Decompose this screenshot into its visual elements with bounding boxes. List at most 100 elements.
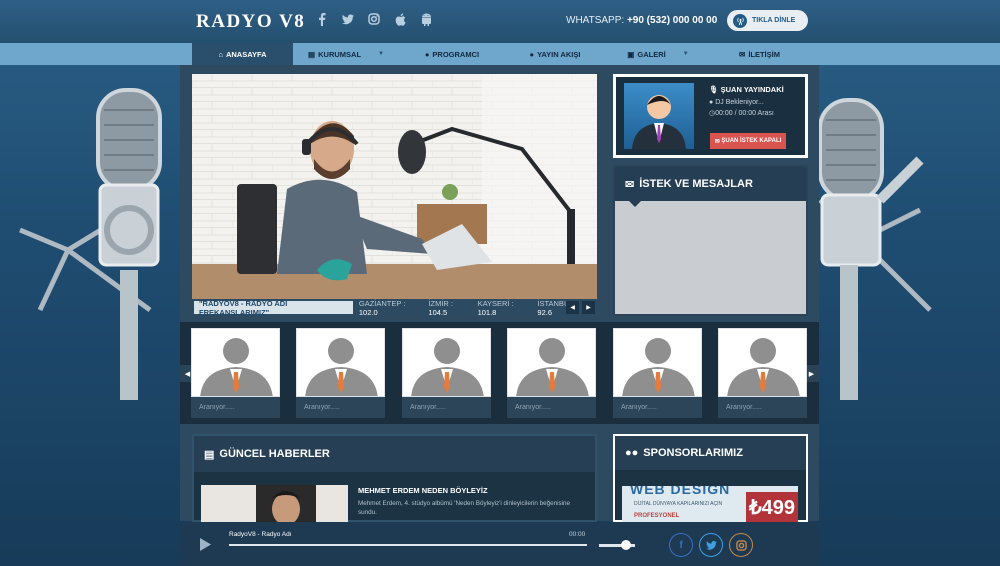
now-playing-panel: 🎙 ŞUAN YAYINDAKİ ● DJ Bekleniyor... ◷00:… — [613, 74, 808, 158]
image-icon: ▣ — [627, 49, 635, 59]
nav-item-galeri[interactable]: ▣ GALERİ ▼ — [605, 43, 711, 65]
programmer-card[interactable]: Aranıyor..... — [296, 328, 385, 418]
player-instagram-icon[interactable] — [729, 533, 753, 557]
programmer-avatar-placeholder — [718, 328, 807, 397]
whatsapp-contact[interactable]: WHATSAPP: +90 (532) 000 00 00 — [566, 15, 717, 26]
whatsapp-number: +90 (532) 000 00 00 — [626, 15, 718, 26]
now-playing-dj: ● DJ Bekleniyor... — [709, 99, 764, 106]
frequency-city: GAZİANTEP : — [358, 298, 406, 308]
nav-label: PROGRAMCI — [432, 49, 480, 59]
nav-item-iletisim[interactable]: ✉ İLETİŞİM — [711, 43, 808, 65]
player-time: 00:00 — [569, 531, 586, 538]
envelope-icon: ✉ — [739, 49, 746, 59]
caret-right-icon: ▶ — [808, 370, 815, 378]
show-time: 00:00 / 00:00 Arası — [715, 110, 774, 117]
news-item-title[interactable]: MEHMET ERDEM NEDEN BÖYLEYİZ — [358, 486, 488, 495]
nav-item-yayin-akisi[interactable]: ● YAYIN AKIŞI — [505, 43, 605, 65]
caret-right-icon: ▶ — [586, 305, 591, 311]
now-playing-title-text: ŞUAN YAYINDAKİ — [720, 85, 784, 94]
request-closed-button[interactable]: ✉ ŞUAN İSTEK KAPALI — [710, 133, 786, 149]
player-facebook-icon[interactable]: f — [669, 533, 693, 557]
now-playing-title: 🎙 ŞUAN YAYINDAKİ — [709, 85, 784, 94]
programmer-card[interactable]: Aranıyor..... — [507, 328, 596, 418]
frequency-value: 92.6 — [537, 307, 553, 317]
frequency-value: 101.8 — [477, 307, 497, 317]
nav-item-kurumsal[interactable]: ▤ KURUMSAL ▼ — [293, 43, 399, 65]
whatsapp-label: WHATSAPP: — [566, 15, 625, 26]
ticker-prev-button[interactable]: ◀ — [566, 301, 579, 314]
play-button[interactable] — [200, 538, 211, 556]
microphone-decoration-right — [818, 98, 932, 400]
microphone-icon: 🎙 — [709, 85, 719, 94]
sponsors-title: SPONSORLARIMIZ — [643, 447, 743, 459]
programmer-avatar-placeholder — [507, 328, 596, 397]
programmer-name: Aranıyor..... — [296, 397, 385, 418]
microphone-decoration-left — [19, 88, 162, 400]
nav-item-anasayfa[interactable]: ⌂ ANASAYFA — [192, 43, 293, 65]
programmer-name: Aranıyor..... — [402, 397, 491, 418]
caret-down-icon: ▼ — [378, 51, 384, 57]
sponsor-headline: WEB DESIGN — [630, 486, 731, 497]
sponsors-header: ●● SPONSORLARIMIZ — [615, 436, 806, 470]
volume-slider-handle[interactable] — [621, 540, 631, 550]
nav-label: KURUMSAL — [318, 49, 362, 59]
news-title: GÜNCEL HABERLER — [219, 448, 330, 460]
caret-left-icon: ◀ — [184, 370, 191, 378]
frequency-item: KAYSERİ : 101.8 — [478, 299, 531, 317]
nav-label: GALERİ — [637, 49, 666, 59]
requests-header: ✉ İSTEK VE MESAJLAR — [615, 167, 806, 207]
play-icon — [200, 538, 211, 551]
programmer-card[interactable]: Aranıyor..... — [613, 328, 702, 418]
nav-item-programci[interactable]: ● PROGRAMCI — [399, 43, 505, 65]
nav-label: ANASAYFA — [225, 49, 267, 59]
programmer-card[interactable]: Aranıyor..... — [402, 328, 491, 418]
ticker-next-button[interactable]: ▶ — [582, 301, 595, 314]
programmer-card[interactable]: Aranıyor..... — [718, 328, 807, 418]
frequency-ticker: "RADYOV8 - RADYO ADI FREKANSLARIMIZ" GAZ… — [192, 299, 597, 317]
dj-name: DJ Bekleniyor... — [715, 99, 764, 106]
frequency-tag: "RADYOV8 - RADYO ADI FREKANSLARIMIZ" — [194, 299, 353, 317]
now-playing-time: ◷00:00 / 00:00 Arası — [709, 109, 774, 117]
programmer-avatar-placeholder — [613, 328, 702, 397]
social-links — [316, 12, 432, 26]
sponsor-banner[interactable]: WEB DESIGN DİJİTAL DÜNYAYA KAPILARINIZI … — [622, 486, 798, 522]
listen-button[interactable]: TIKLA DİNLE — [727, 10, 808, 31]
programmer-name: Aranıyor..... — [613, 397, 702, 418]
frequency-item: GAZİANTEP : 102.0 — [359, 299, 422, 317]
caret-down-icon: ▼ — [682, 51, 689, 57]
hero-slider-image[interactable] — [192, 74, 597, 299]
player-twitter-icon[interactable] — [699, 533, 723, 557]
requests-title: İSTEK VE MESAJLAR — [639, 178, 753, 190]
programmer-name: Aranıyor..... — [191, 397, 280, 418]
main-nav-bar: ⌂ ANASAYFA ▤ KURUMSAL ▼ ● PROGRAMCI ● YAYIN A… — [0, 43, 1000, 65]
news-thumbnail[interactable] — [201, 485, 348, 522]
programmer-avatar-placeholder — [191, 328, 280, 397]
listen-label: TIKLA DİNLE — [752, 17, 796, 24]
player-track-title: RadyoV8 - Radyo Adı — [229, 531, 292, 538]
twitter-icon[interactable] — [342, 12, 354, 26]
programmer-card[interactable]: Aranıyor..... — [191, 328, 280, 418]
programmer-name: Aranıyor..... — [718, 397, 807, 418]
instagram-icon[interactable] — [368, 12, 380, 26]
player-progress-bar[interactable] — [229, 544, 587, 546]
caret-left-icon: ◀ — [570, 305, 575, 311]
site-logo[interactable]: RADYO V8 — [196, 11, 305, 33]
top-bar — [0, 0, 1000, 43]
user-icon: ● — [529, 49, 535, 59]
users-icon: ●● — [625, 447, 639, 459]
android-icon[interactable] — [420, 12, 432, 26]
broadcast-icon — [733, 13, 747, 28]
frequency-city: İZMİR : — [428, 298, 453, 308]
envelope-icon: ✉ — [714, 138, 720, 145]
podcaster-illustration — [192, 74, 597, 299]
envelope-icon: ✉ — [625, 178, 635, 191]
apple-icon[interactable] — [394, 12, 406, 26]
sponsor-price: ₺499 — [746, 492, 798, 522]
main-nav: ⌂ ANASAYFA ▤ KURUMSAL ▼ ● PROGRAMCI ● YAYIN A… — [192, 43, 808, 65]
request-button-label: ŞUAN İSTEK KAPALI — [721, 138, 782, 144]
frequency-item: İZMİR : 104.5 — [428, 299, 470, 317]
facebook-icon[interactable] — [316, 12, 328, 26]
frequency-city: KAYSERİ : — [477, 298, 514, 308]
frequency-value: 102.0 — [358, 307, 378, 317]
home-icon: ⌂ — [218, 49, 223, 59]
